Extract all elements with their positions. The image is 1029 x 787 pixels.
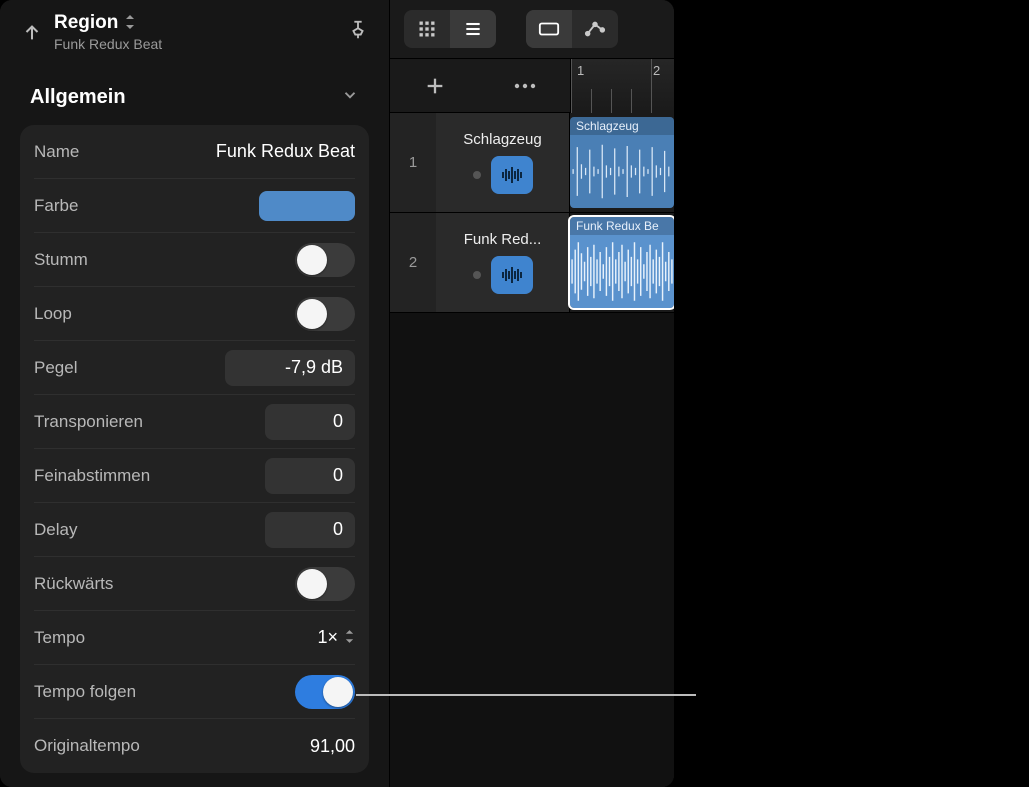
finetune-label: Feinabstimmen	[34, 466, 150, 486]
tempo-label: Tempo	[34, 628, 85, 648]
section-title: Allgemein	[30, 86, 126, 109]
pin-icon[interactable]	[347, 19, 369, 46]
color-swatch[interactable]	[259, 191, 355, 221]
grid-view-button[interactable]	[404, 10, 450, 48]
level-label: Pegel	[34, 358, 77, 378]
delay-label: Delay	[34, 520, 77, 540]
add-track-button[interactable]	[390, 75, 480, 97]
row-mute: Stumm	[34, 233, 355, 287]
waveform-icon	[570, 235, 674, 308]
reverse-toggle[interactable]	[295, 567, 355, 601]
track-status-dot	[473, 171, 481, 179]
row-finetune: Feinabstimmen 0	[34, 449, 355, 503]
bar-marker-1: 1	[577, 63, 584, 78]
region-mode-button[interactable]	[526, 10, 572, 48]
audio-track-icon[interactable]	[491, 156, 533, 194]
view-mode-group	[404, 10, 496, 48]
finetune-value[interactable]: 0	[265, 458, 355, 494]
color-label: Farbe	[34, 196, 78, 216]
follow-tempo-label: Tempo folgen	[34, 682, 136, 702]
region-label: Funk Redux Be	[570, 217, 674, 235]
row-level: Pegel -7,9 dB	[34, 341, 355, 395]
timeline-ruler[interactable]: 1 2	[570, 59, 674, 113]
loop-toggle[interactable]	[295, 297, 355, 331]
tracks-area: 1 2 1 Schlagzeug	[390, 0, 674, 787]
name-value[interactable]: Funk Redux Beat	[216, 141, 355, 162]
row-orig-tempo: Originaltempo 91,00	[34, 719, 355, 773]
delay-value[interactable]: 0	[265, 512, 355, 548]
list-view-button[interactable]	[450, 10, 496, 48]
name-label: Name	[34, 142, 79, 162]
track-lane: 2 Funk Red... Funk Redux Be	[390, 213, 674, 313]
section-header[interactable]: Allgemein	[0, 62, 389, 115]
track-header-row: 1 2	[390, 59, 674, 113]
automation-mode-button[interactable]	[572, 10, 618, 48]
loop-label: Loop	[34, 304, 72, 324]
row-name: Name Funk Redux Beat	[34, 125, 355, 179]
tempo-value-text: 1×	[317, 627, 338, 648]
inspector-panel: Region Funk Redux Beat Allgemein	[0, 0, 390, 787]
tempo-value[interactable]: 1×	[317, 627, 355, 648]
row-tempo: Tempo 1×	[34, 611, 355, 665]
updown-icon	[344, 630, 355, 646]
row-reverse: Rückwärts	[34, 557, 355, 611]
audio-region[interactable]: Funk Redux Be	[570, 217, 674, 308]
track-status-dot	[473, 271, 481, 279]
app-window: Region Funk Redux Beat Allgemein	[0, 0, 674, 787]
region-label: Schlagzeug	[570, 117, 674, 135]
region-area[interactable]: Schlagzeug	[570, 113, 674, 212]
row-loop: Loop	[34, 287, 355, 341]
track-header[interactable]: Schlagzeug	[436, 113, 570, 212]
level-value[interactable]: -7,9 dB	[225, 350, 355, 386]
properties-panel: Name Funk Redux Beat Farbe Stumm Loop Pe…	[20, 125, 369, 773]
mute-toggle[interactable]	[295, 243, 355, 277]
orig-tempo-label: Originaltempo	[34, 736, 140, 756]
region-area[interactable]: Funk Redux Be	[570, 213, 674, 312]
inspector-title[interactable]: Region	[54, 12, 118, 34]
track-header[interactable]: Funk Red...	[436, 213, 570, 312]
back-icon[interactable]	[20, 20, 44, 44]
track-name: Funk Red...	[458, 231, 548, 248]
mute-label: Stumm	[34, 250, 88, 270]
track-name: Schlagzeug	[457, 131, 547, 148]
follow-tempo-toggle[interactable]	[295, 675, 355, 709]
track-options-button[interactable]	[480, 83, 570, 89]
audio-region[interactable]: Schlagzeug	[570, 117, 674, 208]
inspector-subtitle: Funk Redux Beat	[54, 36, 337, 52]
updown-icon[interactable]	[124, 15, 136, 32]
orig-tempo-value[interactable]: 91,00	[310, 736, 355, 757]
row-color: Farbe	[34, 179, 355, 233]
row-delay: Delay 0	[34, 503, 355, 557]
toolbar	[390, 0, 674, 59]
inspector-header: Region Funk Redux Beat	[0, 0, 389, 62]
edit-mode-group	[526, 10, 618, 48]
bar-marker-2: 2	[653, 63, 660, 78]
track-number[interactable]: 1	[390, 113, 436, 212]
transpose-value[interactable]: 0	[265, 404, 355, 440]
audio-track-icon[interactable]	[491, 256, 533, 294]
track-number[interactable]: 2	[390, 213, 436, 312]
empty-track-area[interactable]	[390, 313, 674, 787]
waveform-icon	[570, 135, 674, 208]
row-follow-tempo: Tempo folgen	[34, 665, 355, 719]
chevron-down-icon	[341, 86, 359, 109]
track-lane: 1 Schlagzeug Schlagzeug	[390, 113, 674, 213]
reverse-label: Rückwärts	[34, 574, 113, 594]
callout-line	[356, 694, 696, 696]
transpose-label: Transponieren	[34, 412, 143, 432]
row-transpose: Transponieren 0	[34, 395, 355, 449]
